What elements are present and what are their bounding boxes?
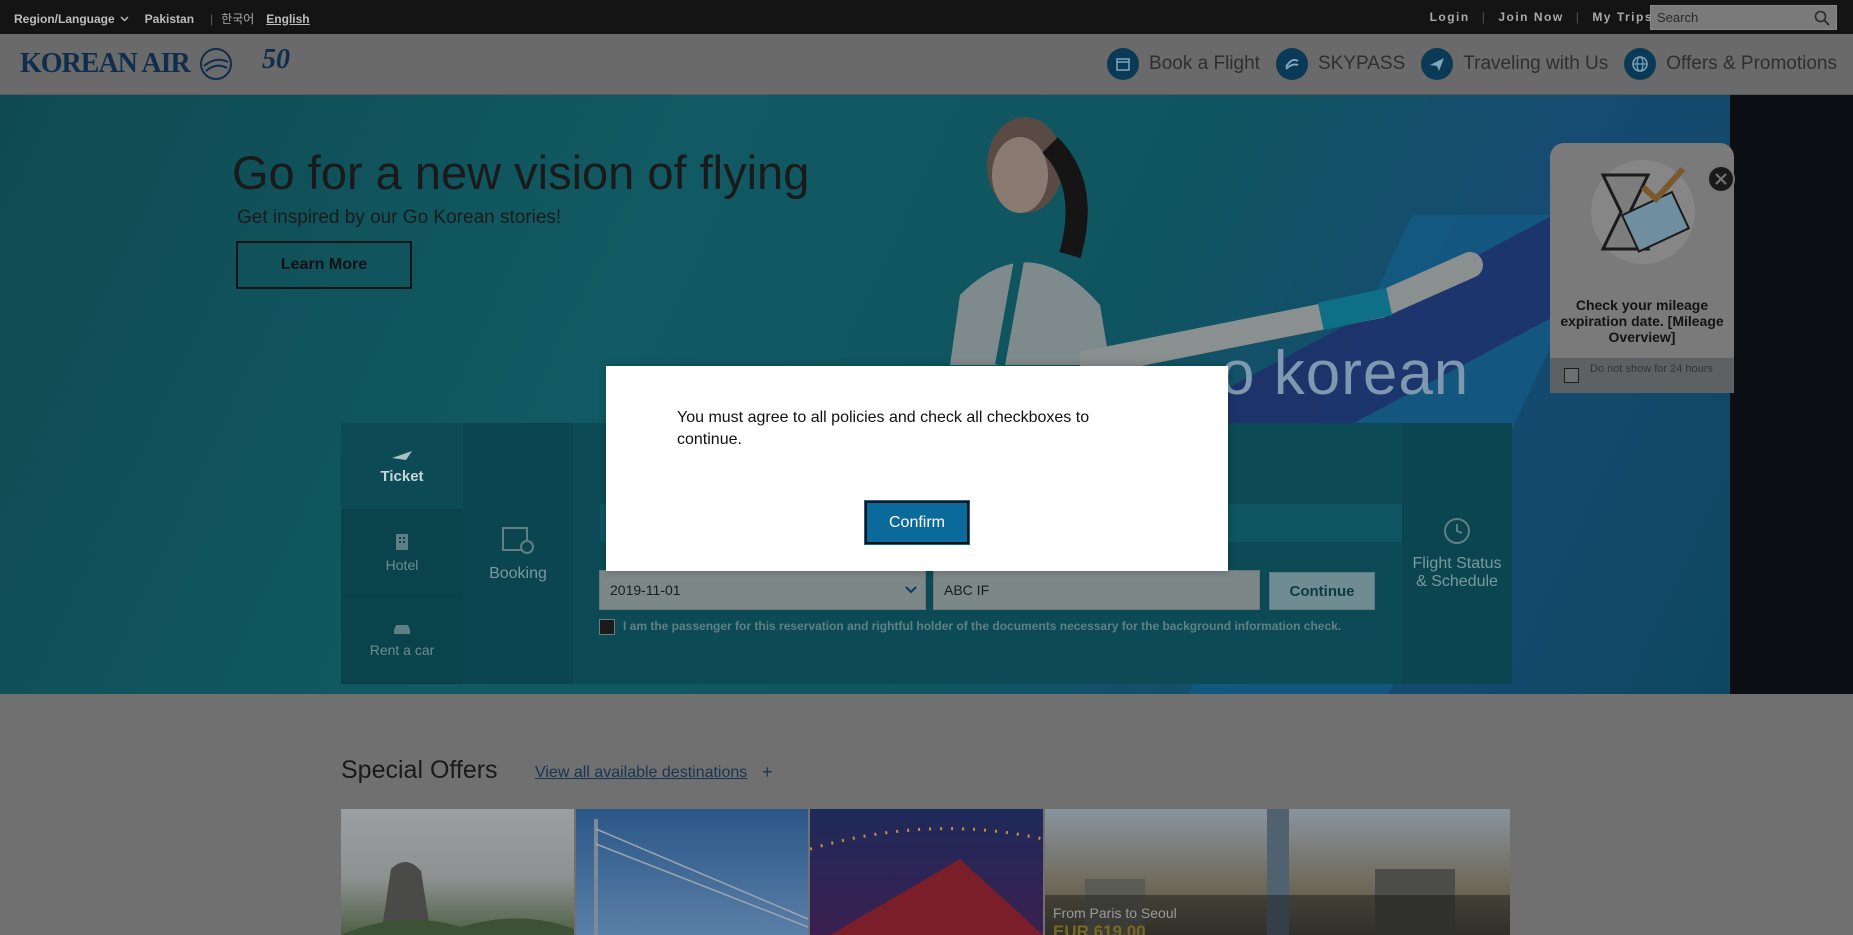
country-link[interactable]: Pakistan [145,12,194,26]
nav-label: Book a Flight [1149,53,1260,74]
skyteam-emblem-icon [200,48,232,80]
skypass-icon [1275,48,1308,80]
plane-icon [1421,48,1454,80]
main-navigation: Book a Flight SKYPASS Traveling with Us … [1107,48,1837,80]
flight-status-label: Flight Status & Schedule [1412,554,1502,590]
booking-side-option[interactable]: Booking [463,423,573,684]
chevron-down-icon [905,586,917,594]
booking-calendar-icon [502,526,534,554]
utility-bar: Region/Language Pakistan | 한국어 English L… [0,0,1853,34]
alert-dialog: You must agree to all policies and check… [606,366,1228,571]
code-value: ABC IF [944,582,990,598]
tab-ticket[interactable]: Ticket [341,423,463,510]
tab-hotel[interactable]: Hotel [341,510,463,597]
offer-price: EUR 619.00 [1053,922,1146,935]
search-icon[interactable] [1814,10,1830,26]
offer-card[interactable] [810,809,1043,935]
plus-icon[interactable]: + [762,762,773,783]
nav-label: Traveling with Us [1463,53,1609,74]
offer-card[interactable] [341,809,574,935]
tab-label: Ticket [380,467,424,485]
nav-label: Offers & Promotions [1666,53,1837,74]
go-korean-wordmark: o korean [1220,339,1470,408]
mileage-message[interactable]: Check your mileage expiration date. [Mil… [1550,297,1734,345]
login-link[interactable]: Login [1430,10,1470,24]
chevron-down-icon [120,16,129,21]
divider: | [210,11,214,26]
car-icon [394,625,410,634]
continue-button[interactable]: Continue [1269,572,1375,610]
utility-account-links: Login | Join Now | My Trips [1430,10,1653,24]
departure-date-select[interactable]: 2019-11-01 [599,570,926,610]
date-value: 2019-11-01 [610,582,681,598]
nav-offers-promotions[interactable]: Offers & Promotions [1624,48,1837,80]
anniversary-50-logo: 50 [262,44,290,75]
ticket-icon [392,450,412,460]
lang-korean-link[interactable]: 한국어 [221,10,254,27]
learn-more-button[interactable]: Learn More [236,241,412,289]
dont-show-checkbox[interactable] [1564,368,1579,383]
special-offers-section: Special Offers View all available destin… [0,694,1853,935]
nav-book-a-flight[interactable]: Book a Flight [1107,48,1260,80]
korean-air-logo[interactable]: KOREAN AIR [20,48,191,80]
hotel-icon [396,534,408,550]
offer-route: From Paris to Seoul [1053,905,1177,921]
join-now-link[interactable]: Join Now [1498,10,1563,24]
hero-side-dark-panel [1730,95,1853,694]
dont-show-label: Do not show for 24 hours [1590,363,1713,375]
offer-card[interactable] [576,809,808,935]
nav-label: SKYPASS [1317,53,1406,74]
tab-label: Rent a car [369,642,435,658]
offer-image [341,861,574,935]
tab-label: Hotel [385,557,419,573]
site-header: KOREAN AIR 50 Book a Flight SKYPASS Trav… [0,34,1853,95]
confirm-button[interactable]: Confirm [864,500,970,545]
mileage-footer: Do not show for 24 hours [1550,358,1734,393]
flight-status-schedule[interactable]: Flight Status & Schedule [1402,423,1512,684]
alert-message: You must agree to all policies and check… [677,409,1090,448]
booking-tabs: Ticket Hotel Rent a car [341,423,463,684]
globe-icon [1624,48,1657,80]
my-trips-link[interactable]: My Trips [1592,10,1653,24]
hero-title: Go for a new vision of flying [232,146,810,199]
search-input[interactable] [1651,6,1801,29]
utility-left: Region/Language Pakistan | 한국어 English [14,10,310,27]
divider: | [1575,10,1581,24]
calendar-icon [1107,48,1140,80]
search-box [1650,5,1837,30]
close-icon[interactable] [1707,165,1735,193]
nav-skypass[interactable]: SKYPASS [1275,48,1406,80]
nav-traveling-with-us[interactable]: Traveling with Us [1421,48,1608,80]
region-language-selector[interactable]: Region/Language [14,12,129,26]
special-offers-title: Special Offers [341,756,498,784]
tab-rent-a-car[interactable]: Rent a car [341,597,463,684]
offer-image [810,827,1043,935]
booking-label: Booking [489,564,547,582]
passenger-agree-checkbox[interactable] [599,619,615,635]
hero-subtitle: Get inspired by our Go Korean stories! [237,207,562,228]
lang-english-link[interactable]: English [266,12,309,26]
reservation-code-input[interactable]: ABC IF [933,570,1260,610]
passenger-agree-label: I am the passenger for this reservation … [623,619,1342,633]
view-all-destinations-link[interactable]: View all available destinations [535,764,747,782]
hourglass-ticket-illustration [1591,160,1695,264]
clock-icon [1444,517,1470,544]
offer-image [594,819,808,935]
region-language-label: Region/Language [14,11,115,26]
divider: | [1481,10,1487,24]
